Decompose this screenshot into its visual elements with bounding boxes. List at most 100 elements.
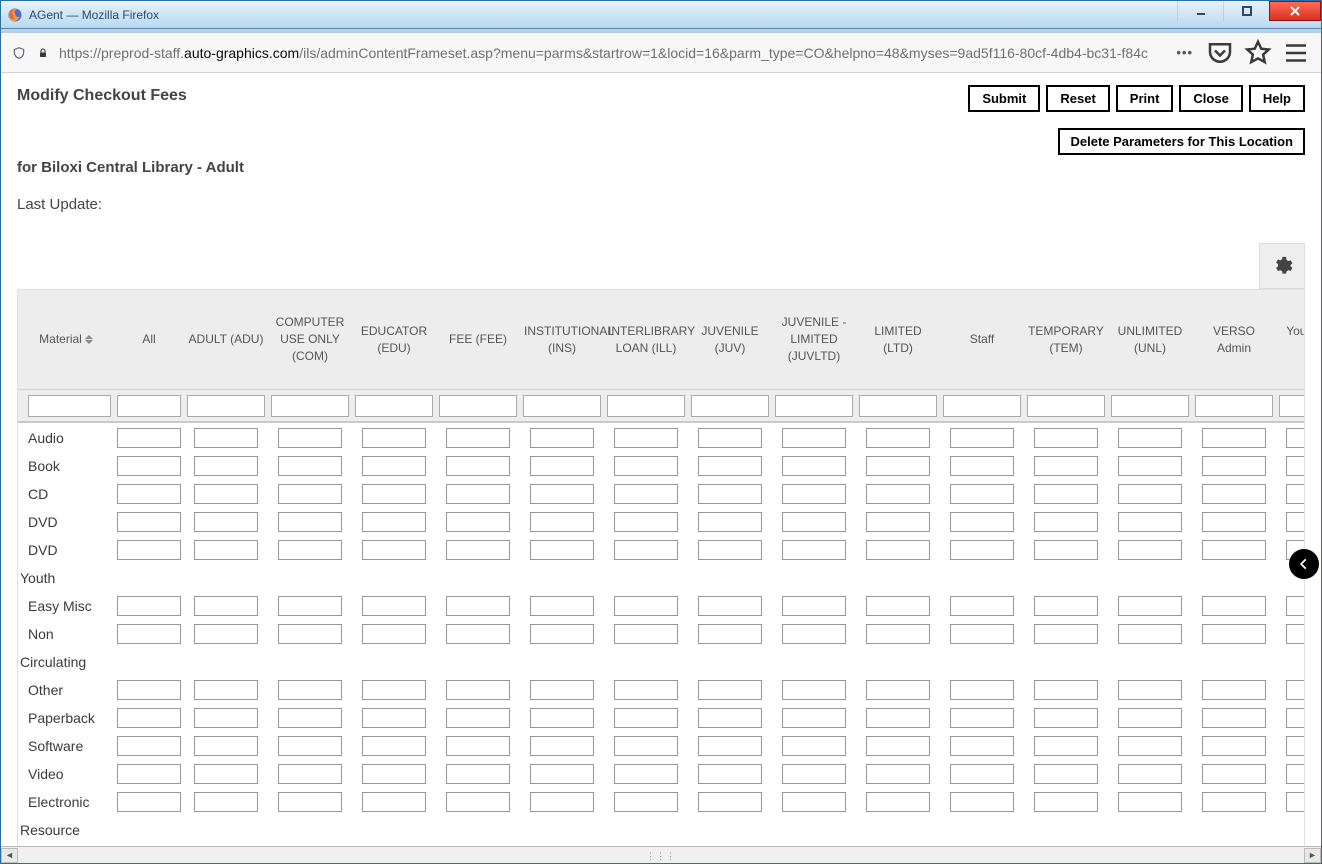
- fee-input[interactable]: [446, 680, 510, 700]
- fee-input[interactable]: [117, 680, 181, 700]
- fee-input[interactable]: [950, 792, 1014, 812]
- fee-input[interactable]: [530, 484, 594, 504]
- fee-input[interactable]: [866, 680, 930, 700]
- column-header[interactable]: Young Adult (YA): [1276, 290, 1305, 390]
- fee-input[interactable]: [278, 456, 342, 476]
- fee-input[interactable]: [1202, 484, 1266, 504]
- fee-input[interactable]: [614, 456, 678, 476]
- fee-input[interactable]: [117, 596, 181, 616]
- column-header[interactable]: UNLIMITED (UNL): [1108, 290, 1192, 390]
- fee-input[interactable]: [1118, 428, 1182, 448]
- fee-input[interactable]: [278, 624, 342, 644]
- fee-input[interactable]: [117, 708, 181, 728]
- fee-input[interactable]: [1202, 624, 1266, 644]
- column-header[interactable]: JUVENILE - LIMITED (JUVLTD): [772, 290, 856, 390]
- fee-input[interactable]: [446, 708, 510, 728]
- tracking-shield-icon[interactable]: [11, 45, 27, 61]
- sort-icon[interactable]: [85, 335, 93, 344]
- filter-input[interactable]: [775, 395, 853, 417]
- column-header[interactable]: JUVENILE (JUV): [688, 290, 772, 390]
- filter-input[interactable]: [859, 395, 937, 417]
- fee-input[interactable]: [362, 596, 426, 616]
- filter-input[interactable]: [1195, 395, 1273, 417]
- fee-input[interactable]: [1034, 596, 1098, 616]
- fee-input[interactable]: [362, 680, 426, 700]
- fee-input[interactable]: [446, 596, 510, 616]
- fee-input[interactable]: [1034, 484, 1098, 504]
- fee-input[interactable]: [1034, 680, 1098, 700]
- fee-input[interactable]: [698, 792, 762, 812]
- fee-input[interactable]: [1286, 680, 1305, 700]
- fee-input[interactable]: [362, 792, 426, 812]
- fee-input[interactable]: [362, 624, 426, 644]
- horizontal-scrollbar[interactable]: ◄ ⋮⋮⋮ ►: [1, 846, 1321, 863]
- fee-input[interactable]: [698, 708, 762, 728]
- fee-input[interactable]: [362, 708, 426, 728]
- fee-input[interactable]: [866, 456, 930, 476]
- fee-input[interactable]: [950, 428, 1014, 448]
- fee-input[interactable]: [117, 428, 181, 448]
- fee-input[interactable]: [446, 764, 510, 784]
- fee-input[interactable]: [698, 596, 762, 616]
- fee-input[interactable]: [1118, 596, 1182, 616]
- fee-input[interactable]: [950, 624, 1014, 644]
- maximize-button[interactable]: [1223, 1, 1269, 21]
- fee-input[interactable]: [278, 680, 342, 700]
- fee-input[interactable]: [362, 428, 426, 448]
- fee-input[interactable]: [194, 764, 258, 784]
- fee-input[interactable]: [530, 624, 594, 644]
- filter-input[interactable]: [187, 395, 265, 417]
- fee-input[interactable]: [698, 764, 762, 784]
- fee-input[interactable]: [1034, 708, 1098, 728]
- fee-input[interactable]: [950, 736, 1014, 756]
- scroll-right-arrow[interactable]: ►: [1304, 848, 1321, 863]
- fee-input[interactable]: [782, 792, 846, 812]
- fee-input[interactable]: [866, 708, 930, 728]
- filter-input[interactable]: [355, 395, 433, 417]
- fee-input[interactable]: [1202, 540, 1266, 560]
- bookmark-star-icon[interactable]: [1243, 38, 1273, 68]
- fee-input[interactable]: [117, 512, 181, 532]
- fee-input[interactable]: [194, 624, 258, 644]
- fee-input[interactable]: [194, 680, 258, 700]
- fee-input[interactable]: [446, 540, 510, 560]
- fee-input[interactable]: [782, 540, 846, 560]
- filter-input[interactable]: [607, 395, 685, 417]
- filter-input[interactable]: [1027, 395, 1105, 417]
- fee-input[interactable]: [446, 428, 510, 448]
- fee-input[interactable]: [782, 624, 846, 644]
- fee-input[interactable]: [950, 484, 1014, 504]
- fee-input[interactable]: [1202, 428, 1266, 448]
- fee-input[interactable]: [614, 736, 678, 756]
- fee-input[interactable]: [194, 428, 258, 448]
- fee-input[interactable]: [1118, 624, 1182, 644]
- fee-input[interactable]: [278, 512, 342, 532]
- fee-input[interactable]: [446, 512, 510, 532]
- fee-input[interactable]: [1034, 428, 1098, 448]
- fee-input[interactable]: [698, 512, 762, 532]
- fee-input[interactable]: [866, 764, 930, 784]
- fee-input[interactable]: [614, 512, 678, 532]
- fee-input[interactable]: [530, 764, 594, 784]
- fee-input[interactable]: [1118, 484, 1182, 504]
- column-header[interactable]: VERSO Admin: [1192, 290, 1276, 390]
- fee-input[interactable]: [1286, 596, 1305, 616]
- filter-input[interactable]: [117, 395, 181, 417]
- fee-input[interactable]: [1286, 764, 1305, 784]
- fee-input[interactable]: [1202, 680, 1266, 700]
- fee-input[interactable]: [950, 708, 1014, 728]
- fee-input[interactable]: [782, 456, 846, 476]
- fee-input[interactable]: [782, 512, 846, 532]
- fee-input[interactable]: [698, 624, 762, 644]
- fee-input[interactable]: [446, 484, 510, 504]
- fee-input[interactable]: [950, 512, 1014, 532]
- fee-input[interactable]: [362, 540, 426, 560]
- fee-input[interactable]: [866, 736, 930, 756]
- fee-input[interactable]: [278, 484, 342, 504]
- fee-input[interactable]: [194, 540, 258, 560]
- column-header[interactable]: INSTITUTIONAL (INS): [520, 290, 604, 390]
- submit-button[interactable]: Submit: [968, 85, 1040, 112]
- fee-input[interactable]: [1118, 764, 1182, 784]
- fee-input[interactable]: [278, 708, 342, 728]
- column-header[interactable]: LIMITED (LTD): [856, 290, 940, 390]
